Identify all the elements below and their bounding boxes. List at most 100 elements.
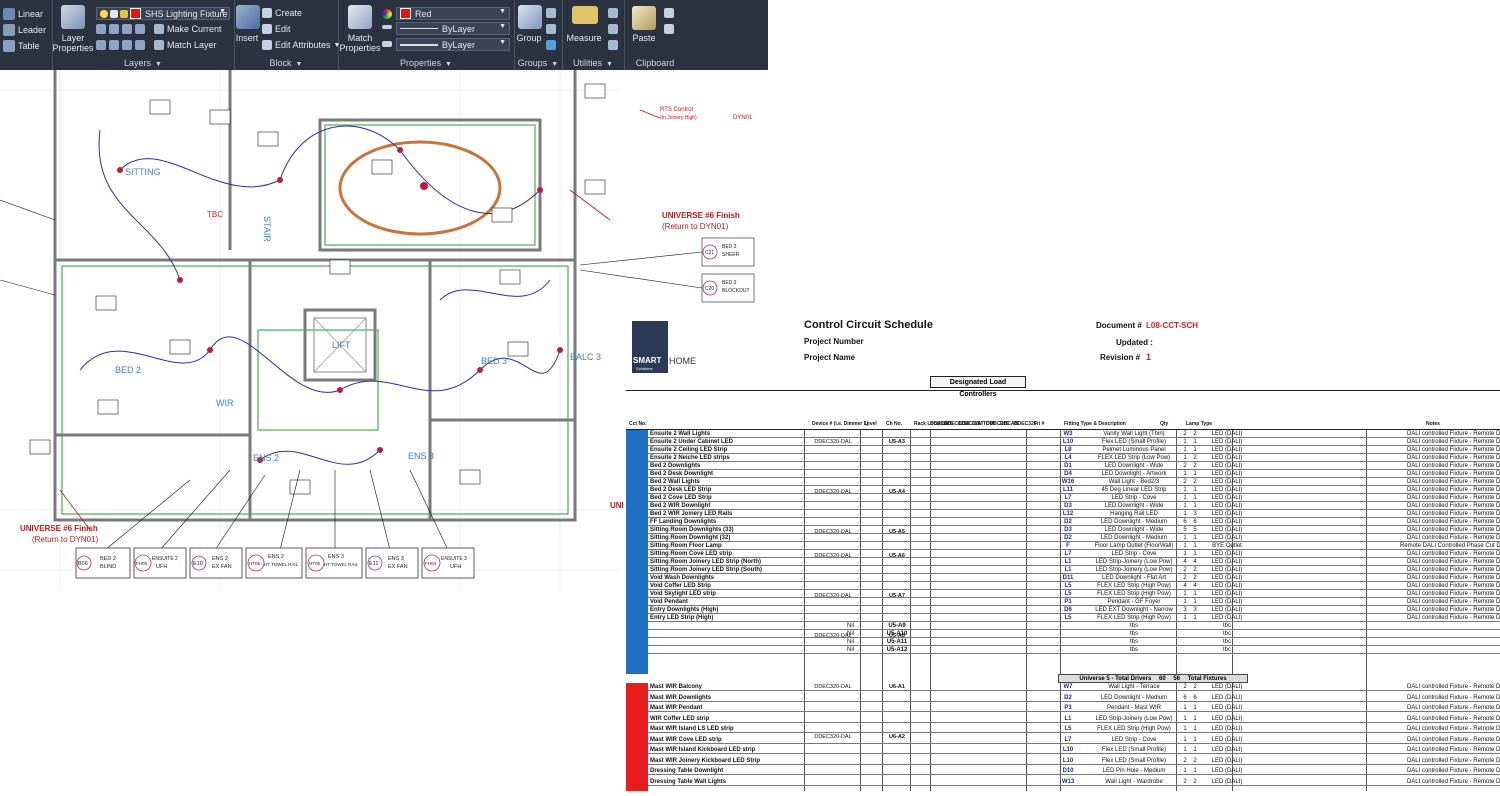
row-channel: U5-A9 (888, 623, 906, 629)
row-lamp-type: LED (DALI) (1211, 694, 1243, 701)
match-properties-button[interactable]: Match Properties (338, 33, 382, 53)
ungroup-icon[interactable] (546, 8, 556, 18)
layer-unisolate-icon[interactable] (96, 40, 106, 50)
table-row: Mast WIR Island Kickboard LED strip L10 Fl… (648, 746, 1500, 754)
row-lamp-type: tbc (1222, 647, 1231, 653)
light-bulb-icon (100, 9, 108, 18)
table-header: Cct No. Device # (i.e. Dimmer 1) Level C… (626, 390, 1500, 430)
room-label-ens3: ENS 3 (408, 451, 434, 461)
row-qty-2: 1 (1193, 535, 1197, 541)
group-button[interactable]: Group (514, 33, 544, 43)
logo-text-home: HOME (669, 356, 696, 366)
row-qty: 1 (1183, 591, 1187, 597)
group-edit-icon[interactable] (546, 24, 556, 34)
table-row: Entry LED Strip (High) L5 FLEX LED Strip (… (648, 614, 1500, 622)
row-fitting-code: L10 (1062, 747, 1074, 753)
universe-section-bar-1 (626, 430, 648, 674)
lineweight-dropdown[interactable]: ByLayer ▼ (396, 38, 510, 51)
measure-button[interactable]: Measure (562, 33, 606, 43)
row-notes: DALI controlled Fixture - Remote Driver (1406, 447, 1500, 453)
groups-panel-title[interactable]: Groups ▼ (514, 58, 562, 68)
row-notes: DALI controlled Fixture - Remote Driver (1406, 503, 1500, 509)
row-fitting-code: L11 (1062, 487, 1073, 493)
row-description: Mast WIR Downlights (650, 694, 711, 701)
row-qty-2: 4 (1193, 559, 1197, 565)
edit-attributes-button[interactable]: Edit Attributes ▼ (262, 40, 340, 50)
row-qty: 5 (1183, 527, 1187, 533)
document-label: Document # (1096, 321, 1142, 330)
row-description: Bed 2 Desk LED Strip (650, 487, 712, 493)
layers-panel-title[interactable]: Layers ▼ (52, 58, 234, 68)
paste-button[interactable]: Paste (624, 33, 664, 43)
row-notes: DALI controlled Fixture - Remote Driver (1406, 567, 1500, 573)
row-description: Mast WIR Pendant (650, 705, 703, 711)
edit-block-button[interactable]: Edit (262, 24, 291, 34)
row-fitting-code: D10 (1062, 768, 1074, 774)
row-fitting-code: L7 (1064, 551, 1072, 557)
calculator-icon[interactable] (608, 40, 618, 50)
row-qty: 1 (1183, 535, 1187, 541)
bottom-line2-5: HT TOWEL RAIL (324, 562, 359, 567)
row-lamp-type: LED (DALI) (1211, 559, 1243, 565)
row-qty: 1 (1183, 551, 1187, 557)
quick-select-icon[interactable] (608, 8, 618, 18)
block-panel-title[interactable]: Block ▼ (234, 58, 338, 68)
col-type: Fitting Type & Description (1064, 421, 1126, 427)
row-description: Bed 2 Cove LED Strip (650, 495, 712, 501)
select-all-icon[interactable] (608, 24, 618, 34)
table-row: Void Coffer LED Strip L5 FLEX LED Strip (H… (648, 582, 1500, 590)
row-description: Void Skylight LED strip (650, 591, 716, 597)
row-device: DDEC320-DAL (814, 593, 852, 599)
row-lamp-type: LED (DALI) (1211, 778, 1243, 785)
row-qty-2: 1 (1193, 591, 1197, 597)
layer-freeze-icon[interactable] (122, 24, 132, 34)
row-lamp-type: LED (DALI) (1211, 736, 1243, 743)
row-lamp-type: LED (DALI) (1211, 715, 1243, 722)
row-lamp-type: LED (DALI) (1211, 503, 1243, 509)
row-fitting-code: D3 (1064, 503, 1072, 509)
match-layer-icon (154, 40, 164, 50)
linetype-dropdown[interactable]: ByLayer ▼ (396, 22, 510, 35)
row-qty-2: 2 (1193, 684, 1197, 690)
properties-panel-title[interactable]: Properties ▼ (338, 58, 514, 68)
table-button[interactable]: Table (3, 40, 40, 52)
row-lamp-type: LED (DALI) (1211, 487, 1243, 493)
bottom-line2-2: UFH (156, 564, 167, 570)
row-description: Bed 2 Wall Lights (650, 479, 700, 485)
layer-off-icon[interactable] (135, 24, 145, 34)
row-notes: DALI controlled Fixture - Remote Driver (1406, 747, 1500, 753)
match-layer-button[interactable]: Match Layer (154, 40, 217, 50)
group-select-icon[interactable] (546, 40, 556, 50)
color-dropdown[interactable]: Red ▼ (396, 7, 510, 20)
make-current-button[interactable]: Make Current (154, 24, 222, 34)
table-row: Dressing Table Downlight D10 LED Pin Hole … (648, 767, 1500, 775)
table-row: Ensuite 2 Ceiling LED Strip L8 Pelmet Lumi… (648, 446, 1500, 454)
layer-isolate-icon[interactable] (109, 24, 119, 34)
layer-state-icon[interactable] (96, 24, 106, 34)
table-row: Bed 2 Desk Downlight D4 LED Downlight - Ar… (648, 470, 1500, 478)
row-qty: 1 (1183, 768, 1187, 774)
row-lamp-type: LED (DALI) (1211, 551, 1243, 557)
layer-tools-row2 (96, 40, 145, 50)
leader-button[interactable]: Leader (3, 24, 46, 36)
bed3-sub-1: SHEER (722, 252, 740, 258)
linear-button[interactable]: Linear (3, 8, 43, 20)
create-block-button[interactable]: Create (262, 8, 302, 18)
layer-dropdown[interactable]: SHS Lighting Fixture ▼ (96, 7, 230, 20)
utilities-panel-title[interactable]: Utilities ▼ (562, 58, 624, 68)
layer-thaw-icon[interactable] (109, 40, 119, 50)
row-lamp-type: LED (DALI) (1211, 607, 1243, 613)
row-fitting-code: L5 (1064, 591, 1072, 597)
insert-button[interactable]: Insert (234, 33, 260, 43)
row-lamp-type: LED (DALI) (1211, 575, 1243, 581)
row-fitting-type: FLEX LED Strip (High Pow) (1097, 615, 1171, 621)
row-fitting-type: LED Strip - Cove (1111, 495, 1157, 501)
layer-lock-icon[interactable] (135, 40, 145, 50)
layer-properties-button[interactable]: Layer Properties (52, 33, 94, 53)
row-fitting-type: LED Downlight - Artwork (1101, 471, 1167, 477)
row-description: Sitting Room Downlights (33) (650, 527, 734, 533)
copy-icon[interactable] (664, 24, 674, 34)
cut-icon[interactable] (664, 8, 674, 18)
table-row: Mast WIR Island LS LED strip L5 FLEX LED S… (648, 725, 1500, 733)
layer-on-icon[interactable] (122, 40, 132, 50)
